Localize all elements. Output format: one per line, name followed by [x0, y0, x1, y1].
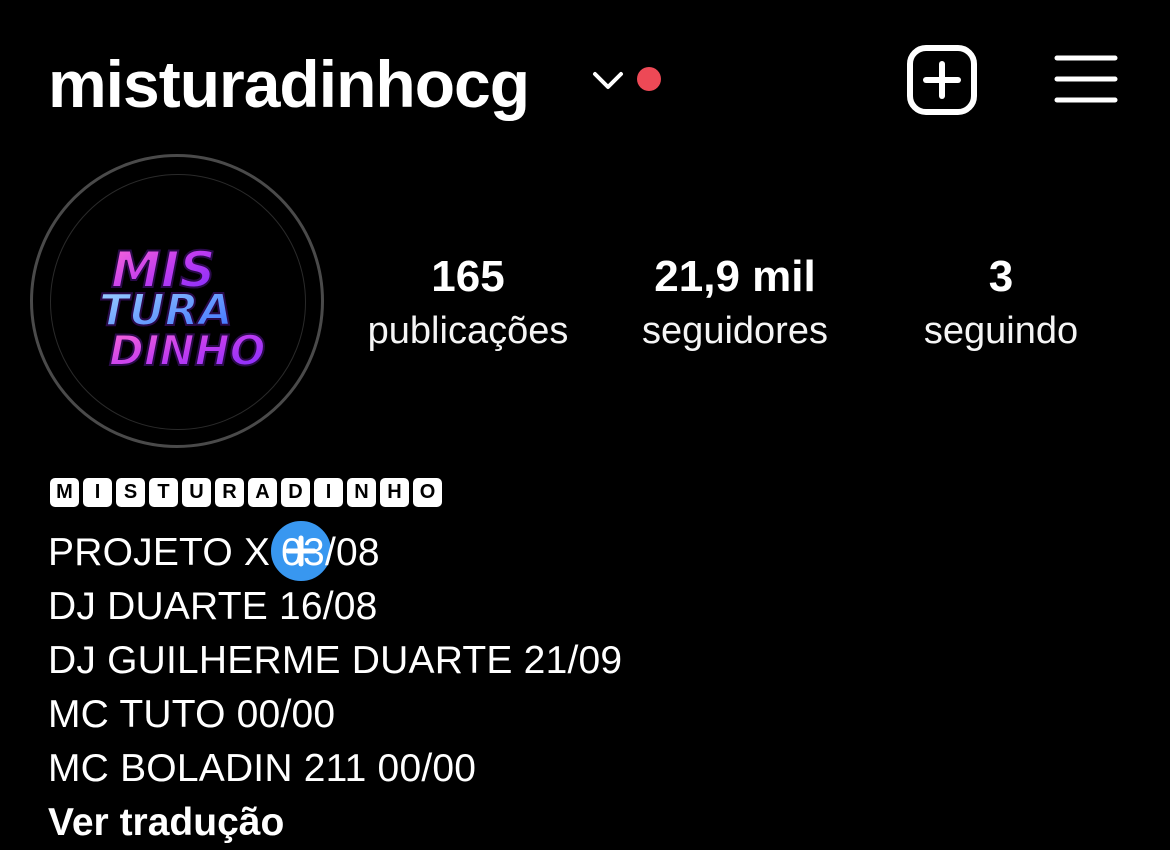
followers-count[interactable]: 21,9 mil seguidores [612, 248, 858, 356]
bio-name-letter: R [215, 478, 244, 507]
bio-line: DJ DUARTE 16/08 [48, 585, 378, 628]
profile-header: misturadinhocg [0, 0, 1170, 160]
notification-dot [637, 67, 661, 91]
bio-name-letter: I [83, 478, 112, 507]
bio-line: MC BOLADIN 211 00/00 [48, 747, 477, 790]
posts-count[interactable]: 165 publicações [340, 248, 596, 356]
bio-name-letter: D [281, 478, 310, 507]
bio-name-letter: T [149, 478, 178, 507]
bio-line: DJ GUILHERME DUARTE 21/09 [48, 639, 623, 682]
posts-count-label: publicações [367, 310, 569, 352]
chevron-down-icon[interactable] [590, 66, 626, 94]
logo-line-3: DINHO [109, 326, 266, 375]
bio-name-letter: O [413, 478, 442, 507]
following-count-label: seguindo [923, 310, 1079, 352]
bio-text: PROJETO X 03/08 DJ DUARTE 16/08 DJ GUILH… [48, 526, 622, 796]
profile-avatar[interactable]: MIS TURA DINHO [30, 154, 336, 586]
bio-name-letter: A [248, 478, 277, 507]
bio-name-letter: I [314, 478, 343, 507]
username-title[interactable]: misturadinhocg [48, 44, 530, 124]
bio-name-letter: M [50, 478, 79, 507]
new-post-icon[interactable] [906, 44, 978, 116]
bio-name-letter: U [182, 478, 211, 507]
bio-name-letter: S [116, 478, 145, 507]
following-count[interactable]: 3 seguindo [890, 248, 1112, 356]
posts-count-value: 165 [431, 252, 505, 301]
bio-display-name: MISTURADINHO [50, 478, 442, 510]
bio-name-letter: N [347, 478, 376, 507]
misturadinho-logo: MIS TURA DINHO [98, 240, 267, 376]
followers-count-value: 21,9 mil [654, 252, 816, 301]
following-count-value: 3 [988, 252, 1014, 301]
see-translation-link[interactable]: Ver tradução [48, 796, 284, 850]
bio-name-letter: H [380, 478, 409, 507]
hamburger-menu-icon[interactable] [1054, 52, 1118, 108]
followers-count-label: seguidores [642, 310, 828, 352]
bio-line: PROJETO X 03/08 [48, 531, 380, 574]
bio-line: MC TUTO 00/00 [48, 693, 336, 736]
avatar-image: MIS TURA DINHO [50, 174, 306, 430]
